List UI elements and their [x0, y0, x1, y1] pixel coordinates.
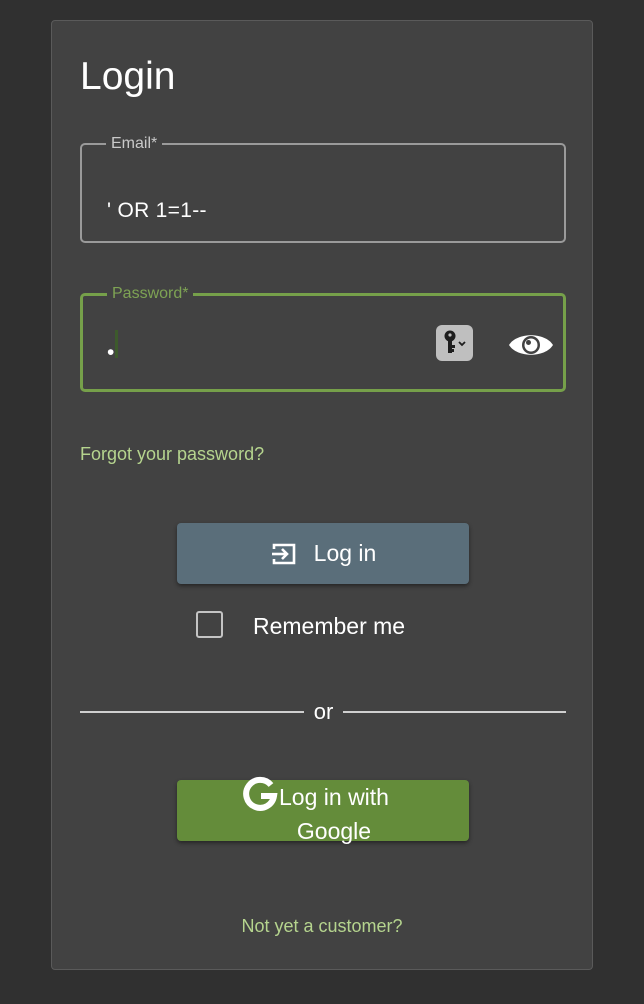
divider-left — [80, 711, 304, 713]
password-input-value[interactable]: • — [107, 341, 114, 365]
google-login-button[interactable]: Log in with Google — [177, 776, 469, 844]
login-card: Login Email* ' OR 1=1-- Password* • Forg… — [51, 20, 593, 970]
signup-link[interactable]: Not yet a customer? — [52, 916, 592, 937]
login-button[interactable]: Log in — [177, 523, 469, 584]
login-icon — [271, 543, 295, 564]
eye-icon — [509, 335, 553, 355]
divider-text: or — [313, 699, 334, 724]
remember-me-checkbox[interactable] — [196, 611, 223, 638]
password-label: Password* — [112, 285, 189, 302]
forgot-password-link[interactable]: Forgot your password? — [80, 444, 264, 465]
remember-me-label: Remember me — [253, 613, 406, 639]
email-field[interactable]: Email* ' OR 1=1-- — [80, 135, 566, 243]
password-manager-button[interactable] — [436, 325, 473, 361]
google-login-label: Log in with Google — [279, 784, 389, 844]
email-label: Email* — [111, 135, 158, 152]
email-input-value[interactable]: ' OR 1=1-- — [107, 199, 207, 223]
divider-right — [343, 711, 566, 713]
page-title: Login — [80, 55, 176, 98]
login-button-label: Log in — [313, 540, 377, 566]
password-field[interactable]: Password* • — [80, 285, 566, 392]
show-password-button[interactable] — [507, 325, 555, 365]
key-icon — [444, 330, 466, 353]
text-caret — [115, 330, 118, 358]
